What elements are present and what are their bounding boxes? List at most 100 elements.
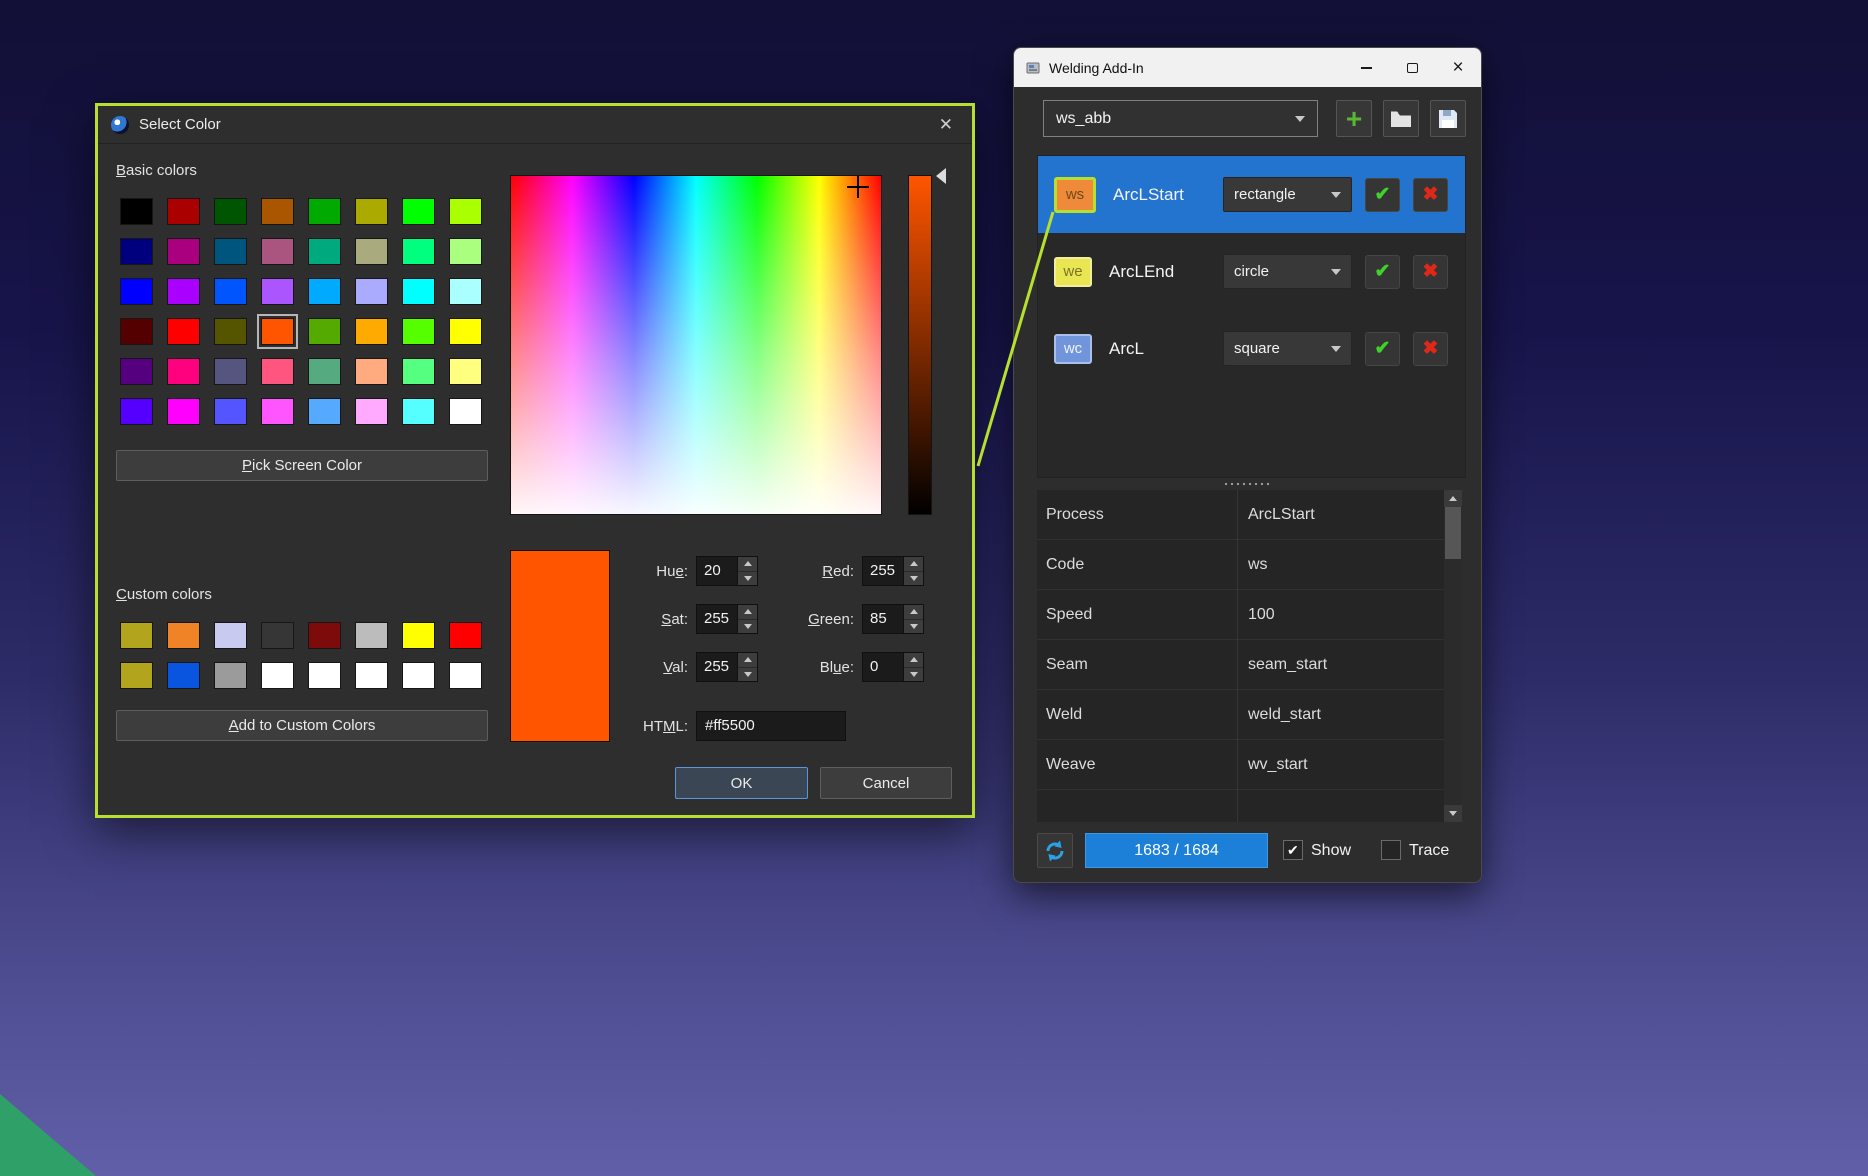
green-spinbox[interactable]: 85 <box>862 604 924 634</box>
delete-signal-button[interactable]: ✖ <box>1413 332 1448 366</box>
save-button[interactable] <box>1430 100 1466 137</box>
custom-color-swatch[interactable] <box>261 662 294 689</box>
basic-color-swatch[interactable] <box>449 318 482 345</box>
basic-color-swatch[interactable] <box>355 198 388 225</box>
add-button[interactable]: + <box>1336 100 1372 137</box>
basic-color-swatch[interactable] <box>120 318 153 345</box>
basic-color-swatch[interactable] <box>355 238 388 265</box>
property-row[interactable]: Weavewv_start <box>1037 740 1444 790</box>
basic-color-swatch[interactable] <box>449 358 482 385</box>
splitter-handle[interactable] <box>1223 482 1273 486</box>
sat-spinbox[interactable]: 255 <box>696 604 758 634</box>
signal-row[interactable]: weArcLEndcircle✔✖ <box>1038 233 1465 310</box>
signal-color-badge[interactable]: we <box>1054 257 1092 287</box>
basic-color-swatch[interactable] <box>120 398 153 425</box>
basic-color-swatch[interactable] <box>167 358 200 385</box>
basic-color-swatch[interactable] <box>214 278 247 305</box>
sat-decrement-button[interactable] <box>738 620 757 634</box>
basic-color-swatch[interactable] <box>214 358 247 385</box>
apply-signal-button[interactable]: ✔ <box>1365 332 1400 366</box>
shape-combo[interactable]: circle <box>1223 254 1352 289</box>
basic-color-swatch[interactable] <box>261 238 294 265</box>
trace-checkbox[interactable] <box>1381 840 1401 860</box>
custom-color-swatch[interactable] <box>355 622 388 649</box>
basic-color-swatch[interactable] <box>402 358 435 385</box>
hue-spinbox[interactable]: 20 <box>696 556 758 586</box>
basic-color-swatch[interactable] <box>261 198 294 225</box>
sat-increment-button[interactable] <box>738 605 757 620</box>
basic-color-swatch[interactable] <box>261 358 294 385</box>
val-increment-button[interactable] <box>738 653 757 668</box>
window-titlebar[interactable]: Welding Add-In × <box>1014 48 1481 87</box>
basic-color-swatch[interactable] <box>308 238 341 265</box>
basic-color-swatch[interactable] <box>402 198 435 225</box>
custom-color-swatch[interactable] <box>355 662 388 689</box>
custom-color-swatch[interactable] <box>167 662 200 689</box>
close-button[interactable]: × <box>1435 48 1481 87</box>
blue-increment-button[interactable] <box>904 653 923 668</box>
basic-color-swatch[interactable] <box>449 238 482 265</box>
scrollbar-track[interactable] <box>1444 507 1462 805</box>
blue-spinbox[interactable]: 0 <box>862 652 924 682</box>
property-row[interactable]: Weldweld_start <box>1037 690 1444 740</box>
red-decrement-button[interactable] <box>904 572 923 586</box>
basic-color-swatch[interactable] <box>214 398 247 425</box>
basic-color-swatch[interactable] <box>355 318 388 345</box>
apply-signal-button[interactable]: ✔ <box>1365 255 1400 289</box>
blue-decrement-button[interactable] <box>904 668 923 682</box>
basic-color-swatch[interactable] <box>402 278 435 305</box>
green-decrement-button[interactable] <box>904 620 923 634</box>
red-increment-button[interactable] <box>904 557 923 572</box>
vertical-scrollbar[interactable] <box>1444 490 1462 822</box>
delete-signal-button[interactable]: ✖ <box>1413 178 1448 212</box>
show-checkbox-label[interactable]: Show <box>1311 842 1351 860</box>
custom-color-swatch[interactable] <box>449 622 482 649</box>
dialog-titlebar[interactable]: Select Color ✕ <box>98 106 972 144</box>
red-spinbox[interactable]: 255 <box>862 556 924 586</box>
custom-color-swatch[interactable] <box>308 622 341 649</box>
hue-saturation-picker[interactable] <box>510 175 882 515</box>
property-row[interactable]: ProcessArcLStart <box>1037 490 1444 540</box>
ok-button[interactable]: OK <box>675 767 808 799</box>
basic-color-swatch[interactable] <box>261 318 294 345</box>
basic-color-swatch[interactable] <box>449 198 482 225</box>
property-row[interactable]: Seamseam_start <box>1037 640 1444 690</box>
basic-color-swatch[interactable] <box>402 318 435 345</box>
open-file-button[interactable] <box>1383 100 1419 137</box>
basic-color-swatch[interactable] <box>449 278 482 305</box>
add-to-custom-colors-button[interactable]: Add to Custom Colors <box>116 710 488 741</box>
basic-color-swatch[interactable] <box>308 198 341 225</box>
shape-combo[interactable]: square <box>1223 331 1352 366</box>
basic-color-swatch[interactable] <box>308 398 341 425</box>
signal-color-badge[interactable]: wc <box>1054 334 1092 364</box>
basic-color-swatch[interactable] <box>167 398 200 425</box>
signal-row[interactable]: wcArcLsquare✔✖ <box>1038 310 1465 387</box>
basic-color-swatch[interactable] <box>167 238 200 265</box>
property-row[interactable]: Speed100 <box>1037 590 1444 640</box>
hue-increment-button[interactable] <box>738 557 757 572</box>
basic-color-swatch[interactable] <box>308 358 341 385</box>
basic-color-swatch[interactable] <box>308 278 341 305</box>
show-checkbox[interactable] <box>1283 840 1303 860</box>
basic-color-swatch[interactable] <box>261 278 294 305</box>
cancel-button[interactable]: Cancel <box>820 767 952 799</box>
program-combo[interactable]: ws_abb <box>1043 100 1318 137</box>
basic-color-swatch[interactable] <box>167 318 200 345</box>
basic-color-swatch[interactable] <box>355 278 388 305</box>
shape-combo[interactable]: rectangle <box>1223 177 1352 212</box>
maximize-button[interactable] <box>1389 48 1435 87</box>
close-icon[interactable]: ✕ <box>933 112 959 137</box>
custom-color-swatch[interactable] <box>449 662 482 689</box>
basic-color-swatch[interactable] <box>167 198 200 225</box>
pick-screen-color-button[interactable]: Pick Screen Color <box>116 450 488 481</box>
basic-color-swatch[interactable] <box>214 318 247 345</box>
custom-color-swatch[interactable] <box>167 622 200 649</box>
custom-color-swatch[interactable] <box>261 622 294 649</box>
custom-color-swatch[interactable] <box>214 622 247 649</box>
scrollbar-thumb[interactable] <box>1445 507 1461 559</box>
delete-signal-button[interactable]: ✖ <box>1413 255 1448 289</box>
trace-checkbox-label[interactable]: Trace <box>1409 842 1449 860</box>
minimize-button[interactable] <box>1343 48 1389 87</box>
custom-color-swatch[interactable] <box>402 662 435 689</box>
basic-color-swatch[interactable] <box>120 278 153 305</box>
